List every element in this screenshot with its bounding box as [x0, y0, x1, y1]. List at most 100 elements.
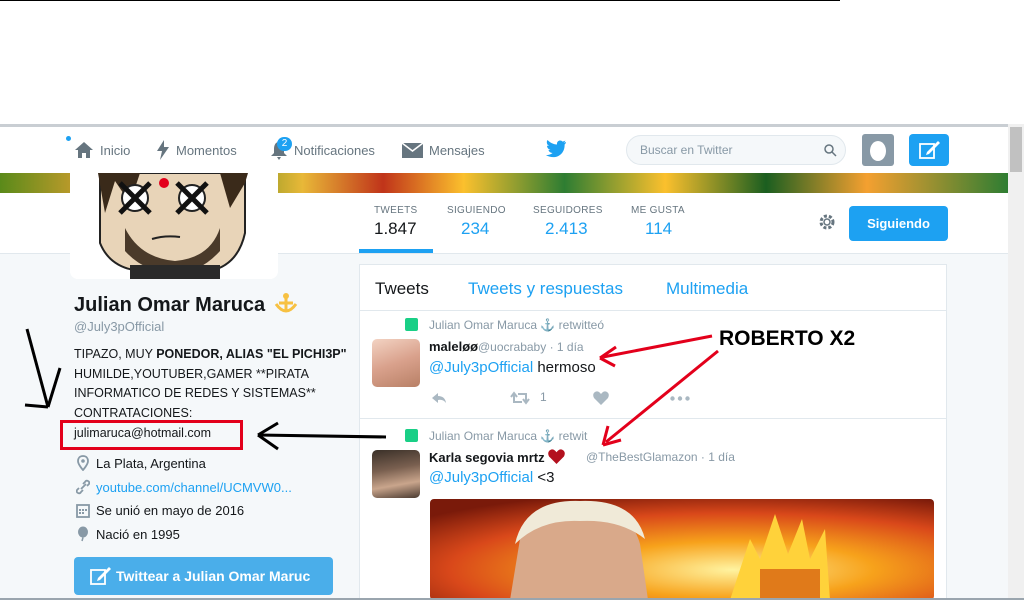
- tweet-to-label: Twittear a Julian Omar Maruc: [116, 568, 311, 584]
- tweet-body-text: <3: [533, 469, 555, 486]
- stat-value: 114: [645, 219, 673, 238]
- tweet-mention-link[interactable]: @July3pOfficial: [429, 359, 533, 376]
- cartoon-avatar-image: [70, 173, 278, 279]
- nav-notifications-label: Notificaciones: [294, 142, 375, 158]
- nav-home[interactable]: Inicio: [74, 127, 130, 173]
- stat-value: 234: [461, 219, 490, 238]
- website-link[interactable]: youtube.com/channel/UCMVW0...: [96, 480, 292, 495]
- profile-name: Julian Omar Maruca: [74, 292, 299, 317]
- joined-text: Se unió en mayo de 2016: [96, 502, 245, 518]
- account-menu-avatar[interactable]: [862, 134, 894, 166]
- handle-text: @uocrababy: [478, 340, 547, 354]
- stat-likes[interactable]: ME GUSTA 114: [631, 205, 685, 239]
- top-nav: Inicio Momentos Notificaciones Mensajes: [0, 127, 1008, 173]
- stat-label: SEGUIDORES: [533, 205, 603, 216]
- tweet-text: @July3pOfficial hermoso: [429, 359, 596, 376]
- retweet-context: Julian Omar Maruca ⚓ retwit: [429, 429, 588, 443]
- nav-messages-label: Mensajes: [429, 142, 485, 158]
- lightning-icon: [157, 140, 169, 160]
- gear-icon[interactable]: [817, 212, 837, 232]
- tab-tweets[interactable]: Tweets: [375, 279, 429, 299]
- search-icon[interactable]: [824, 144, 837, 157]
- scrollbar-thumb[interactable]: [1010, 127, 1022, 172]
- nav-moments-label: Momentos: [176, 142, 237, 158]
- retweet-label: retwitteó: [558, 318, 605, 332]
- stat-following[interactable]: SIGUIENDO 234: [447, 205, 506, 239]
- tweet-photo: [430, 499, 934, 600]
- stat-tweets[interactable]: TWEETS 1.847: [374, 205, 417, 239]
- compose-tweet-button[interactable]: [909, 134, 949, 166]
- envelope-icon: [402, 142, 423, 158]
- tweet-author-name[interactable]: maleløø: [429, 339, 478, 354]
- tweet-divider: [360, 418, 946, 419]
- bio-text: TIPAZO, MUY: [74, 347, 157, 361]
- quill-icon: [919, 141, 940, 159]
- tab-media[interactable]: Multimedia: [666, 279, 748, 299]
- tweet-author-handle[interactable]: @TheBestGlamazon · 1 día: [586, 450, 735, 464]
- retweet-count: 1: [540, 390, 547, 404]
- anchor-emoji-icon: [274, 293, 297, 313]
- tweet-author-avatar[interactable]: [372, 450, 420, 498]
- search-placeholder: Buscar en Twitter: [640, 143, 733, 157]
- profile-handle[interactable]: @July3pOfficial: [74, 319, 164, 334]
- tweet-time[interactable]: · 1 día: [701, 450, 735, 464]
- tweet-time[interactable]: · 1 día: [550, 340, 584, 354]
- egg-avatar-icon: [870, 141, 886, 161]
- retweet-badge-icon: [405, 318, 418, 331]
- tweet-author-name[interactable]: Karla segovia mrtz: [429, 449, 566, 465]
- birth-text: Nació en 1995: [96, 526, 180, 542]
- annotation-label: ROBERTO X2: [719, 327, 856, 350]
- more-options-icon[interactable]: [670, 396, 690, 401]
- bio-text-rest: HUMILDE,YOUTUBER,GAMER **PIRATA INFORMAT…: [74, 366, 316, 420]
- stat-value: 2.413: [545, 219, 588, 238]
- stat-value: 1.847: [374, 219, 417, 238]
- retweet-icon[interactable]: [510, 391, 530, 405]
- red-heart-icon: [548, 449, 566, 464]
- nav-messages[interactable]: Mensajes: [402, 127, 485, 173]
- twitter-logo-icon[interactable]: [545, 140, 567, 158]
- top-divider: [0, 0, 840, 1]
- bio-bold-text: PONEDOR, ALIAS "EL PICHI3P": [156, 347, 347, 361]
- location-pin-icon: [77, 455, 89, 471]
- timeline-divider: [360, 310, 946, 311]
- new-activity-dot: [66, 136, 71, 141]
- profile-bio: TIPAZO, MUY PONEDOR, ALIAS "EL PICHI3P" …: [74, 345, 374, 423]
- handle-text: @TheBestGlamazon: [586, 450, 698, 464]
- like-heart-icon[interactable]: [593, 391, 609, 405]
- retweeter-name[interactable]: Julian Omar Maruca: [429, 429, 537, 443]
- balloon-icon: [78, 526, 88, 542]
- link-icon: [76, 479, 90, 495]
- tweet-body-text: hermoso: [533, 359, 596, 376]
- profile-joined: Se unió en mayo de 2016: [76, 502, 244, 518]
- tweet-to-user-button[interactable]: Twittear a Julian Omar Maruc: [74, 557, 333, 595]
- tweet-mention-link[interactable]: @July3pOfficial: [429, 469, 533, 486]
- retweeter-name[interactable]: Julian Omar Maruca: [429, 318, 537, 332]
- following-button[interactable]: Siguiendo: [849, 206, 948, 241]
- home-icon: [75, 142, 93, 158]
- browser-blank-area: [0, 0, 1024, 124]
- tweet-author-handle[interactable]: @uocrababy · 1 día: [478, 340, 584, 354]
- retweet-badge-icon: [405, 429, 418, 442]
- stat-followers[interactable]: SEGUIDORES 2.413: [533, 205, 603, 239]
- profile-location: La Plata, Argentina: [76, 455, 206, 471]
- nav-home-label: Inicio: [100, 142, 131, 158]
- profile-name-text: Julian Omar Maruca: [74, 294, 266, 316]
- profile-avatar[interactable]: [70, 173, 278, 279]
- page-scrollbar[interactable]: [1008, 124, 1024, 600]
- retweet-label: retwit: [558, 429, 588, 443]
- stat-label: TWEETS: [374, 205, 418, 216]
- active-stat-underline: [359, 249, 433, 253]
- reply-icon[interactable]: [431, 392, 447, 404]
- profile-website[interactable]: youtube.com/channel/UCMVW0...: [76, 479, 292, 495]
- retweet-context: Julian Omar Maruca ⚓ retwitteó: [429, 318, 605, 332]
- stat-label: ME GUSTA: [631, 205, 685, 216]
- author-name-text: Karla segovia mrtz: [429, 450, 545, 465]
- search-input[interactable]: Buscar en Twitter: [626, 135, 846, 165]
- tweet-text: @July3pOfficial <3: [429, 469, 554, 486]
- quill-icon: [90, 567, 111, 585]
- nav-moments[interactable]: Momentos: [156, 127, 237, 173]
- tweet-media-image[interactable]: [430, 499, 934, 600]
- tab-tweets-and-replies[interactable]: Tweets y respuestas: [468, 279, 623, 299]
- tweet-author-avatar[interactable]: [372, 339, 420, 387]
- stat-label: SIGUIENDO: [447, 205, 506, 216]
